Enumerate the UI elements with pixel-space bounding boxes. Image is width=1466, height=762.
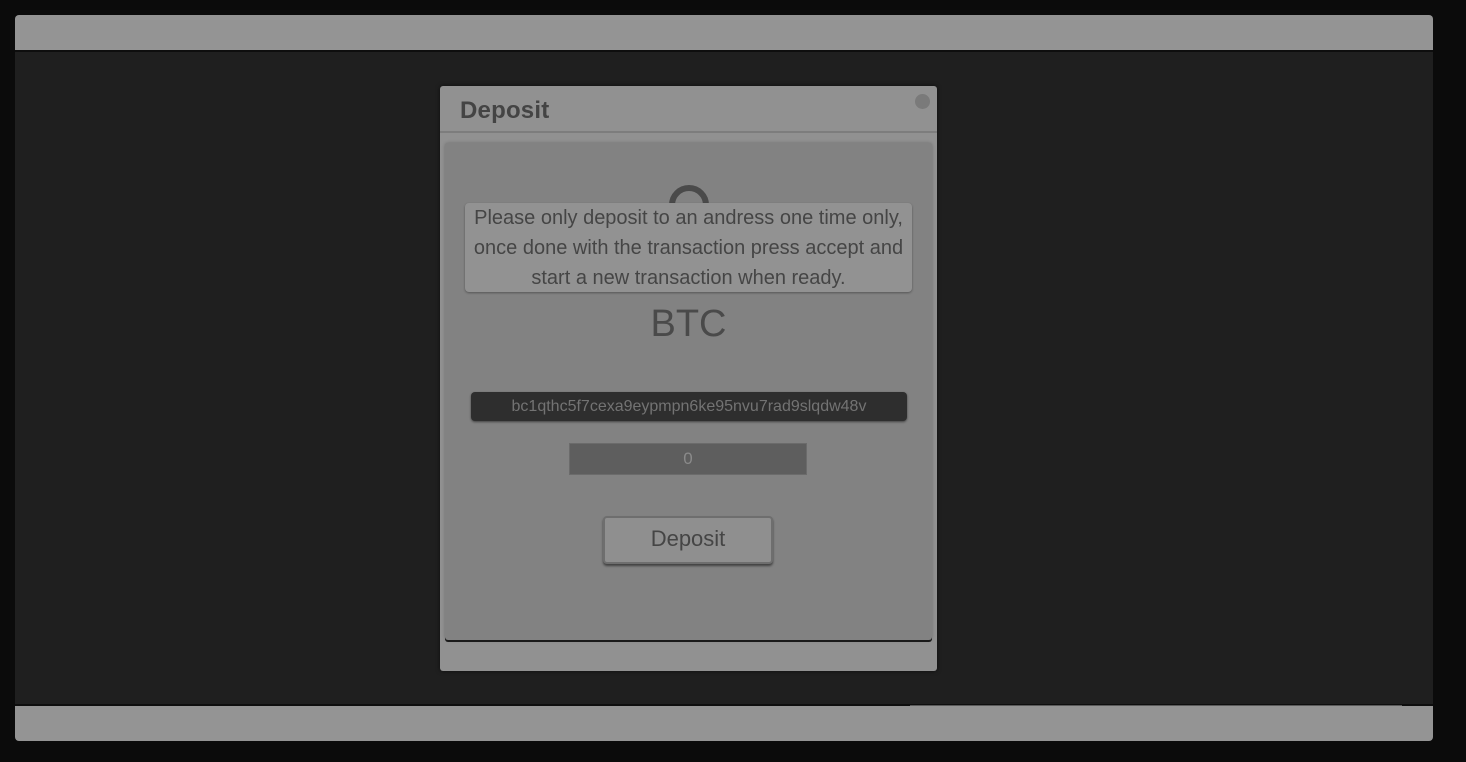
bottom-bar-divider (910, 705, 1402, 706)
bottom-bar (15, 704, 1433, 741)
deposit-modal: Deposit Please only deposit to an andres… (440, 86, 937, 671)
deposit-button[interactable]: Deposit (603, 516, 773, 564)
deposit-notice: Please only deposit to an andress one ti… (465, 203, 912, 292)
coin-name: BTC (650, 303, 727, 345)
deposit-address-field[interactable]: bc1qthc5f7cexa9eypmpn6ke95nvu7rad9slqdw4… (471, 392, 907, 421)
amount-input[interactable]: 0 (569, 443, 807, 475)
modal-header: Deposit (440, 86, 937, 133)
modal-title: Deposit (460, 97, 550, 124)
top-bar (15, 15, 1433, 52)
modal-body: Please only deposit to an andress one ti… (445, 143, 932, 640)
close-dot-icon[interactable] (915, 94, 930, 109)
